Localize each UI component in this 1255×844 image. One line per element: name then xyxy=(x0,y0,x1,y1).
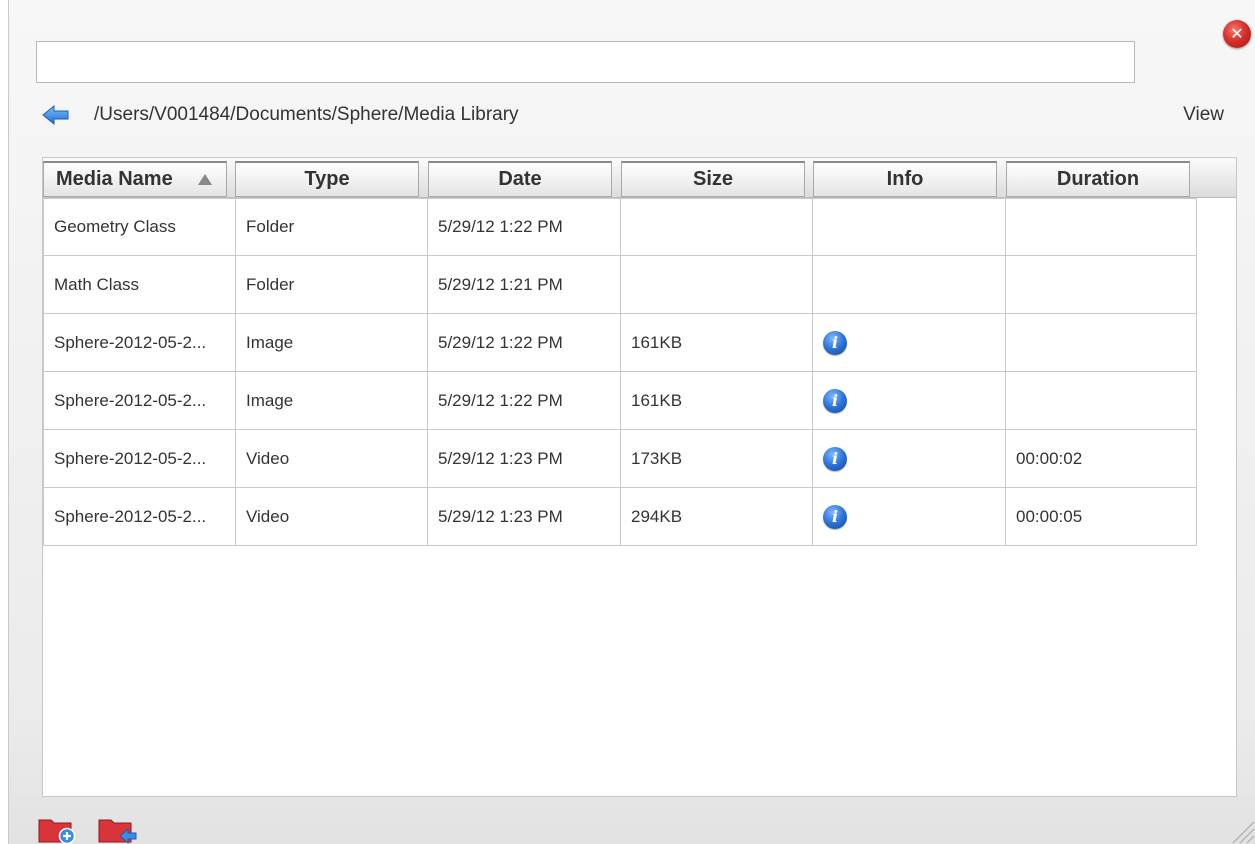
table-header: Media Name Type Date Size Info Duration xyxy=(43,158,1236,198)
column-header-duration[interactable]: Duration xyxy=(1006,161,1190,197)
close-button[interactable]: ✕ xyxy=(1223,20,1251,48)
cell-media-name: Sphere-2012-05-2... xyxy=(43,371,236,430)
resize-grip-icon[interactable] xyxy=(1227,816,1255,844)
cell-media-name: Sphere-2012-05-2... xyxy=(43,313,236,372)
column-header-media-name[interactable]: Media Name xyxy=(43,161,227,197)
cell-duration: 00:00:02 xyxy=(1005,429,1197,488)
table-row[interactable]: Math Class Folder 5/29/12 1:21 PM xyxy=(43,255,1197,314)
back-arrow-icon[interactable] xyxy=(42,104,70,126)
cell-date: 5/29/12 1:22 PM xyxy=(427,371,621,430)
cell-media-name: Sphere-2012-05-2... xyxy=(43,487,236,546)
info-icon[interactable]: i xyxy=(823,330,847,355)
cell-info xyxy=(812,255,1006,314)
cell-type: Video xyxy=(235,487,428,546)
cell-type: Folder xyxy=(235,255,428,314)
new-folder-icon[interactable] xyxy=(37,812,77,844)
column-header-label: Type xyxy=(304,168,350,190)
column-header-info[interactable]: Info xyxy=(813,161,997,197)
column-header-size[interactable]: Size xyxy=(621,161,805,197)
cell-info: i xyxy=(812,429,1006,488)
close-icon: ✕ xyxy=(1230,24,1244,43)
info-icon[interactable]: i xyxy=(823,504,847,529)
column-header-label: Media Name xyxy=(56,168,173,190)
column-header-type[interactable]: Type xyxy=(235,161,419,197)
cell-type: Folder xyxy=(235,198,428,256)
cell-size: 161KB xyxy=(620,313,813,372)
table-row[interactable]: Sphere-2012-05-2... Image 5/29/12 1:22 PM 1… xyxy=(43,371,1197,430)
info-icon[interactable]: i xyxy=(823,388,847,413)
move-folder-icon[interactable] xyxy=(97,812,137,844)
cell-date: 5/29/12 1:23 PM xyxy=(427,429,621,488)
cell-size: 173KB xyxy=(620,429,813,488)
cell-duration xyxy=(1005,255,1197,314)
table-row[interactable]: Sphere-2012-05-2... Video 5/29/12 1:23 PM 1… xyxy=(43,429,1197,488)
cell-size: 161KB xyxy=(620,371,813,430)
cell-type: Image xyxy=(235,313,428,372)
search-input[interactable] xyxy=(36,41,1135,83)
cell-type: Image xyxy=(235,371,428,430)
column-header-date[interactable]: Date xyxy=(428,161,612,197)
cell-size xyxy=(620,255,813,314)
cell-info: i xyxy=(812,313,1006,372)
cell-size xyxy=(620,198,813,256)
current-path: /Users/V001484/Documents/Sphere/Media Li… xyxy=(94,104,519,125)
column-header-label: Duration xyxy=(1056,168,1140,190)
cell-duration: 00:00:05 xyxy=(1005,487,1197,546)
info-icon[interactable]: i xyxy=(823,446,847,471)
cell-media-name: Sphere-2012-05-2... xyxy=(43,429,236,488)
cell-duration xyxy=(1005,371,1197,430)
cell-size: 294KB xyxy=(620,487,813,546)
table-row[interactable]: Geometry Class Folder 5/29/12 1:22 PM xyxy=(43,198,1197,256)
cell-info: i xyxy=(812,487,1006,546)
column-header-label: Size xyxy=(692,168,734,190)
cell-duration xyxy=(1005,313,1197,372)
cell-duration xyxy=(1005,198,1197,256)
cell-info: i xyxy=(812,371,1006,430)
media-library-window: ✕ /Users/V001484/Documents/Sphere/Media … xyxy=(8,0,1255,844)
column-header-label: Date xyxy=(498,168,542,190)
column-header-label: Info xyxy=(886,168,924,190)
cell-date: 5/29/12 1:21 PM xyxy=(427,255,621,314)
cell-media-name: Geometry Class xyxy=(43,198,236,256)
cell-date: 5/29/12 1:22 PM xyxy=(427,313,621,372)
media-table: Media Name Type Date Size Info Duration xyxy=(42,157,1237,797)
table-row[interactable]: Sphere-2012-05-2... Image 5/29/12 1:22 PM 1… xyxy=(43,313,1197,372)
cell-date: 5/29/12 1:23 PM xyxy=(427,487,621,546)
cell-type: Video xyxy=(235,429,428,488)
table-row[interactable]: Sphere-2012-05-2... Video 5/29/12 1:23 PM 2… xyxy=(43,487,1197,546)
cell-info xyxy=(812,198,1006,256)
sort-ascending-icon xyxy=(198,174,212,185)
cell-media-name: Math Class xyxy=(43,255,236,314)
media-table-body: Geometry Class Folder 5/29/12 1:22 PM Math … xyxy=(43,198,1197,546)
view-menu[interactable]: View xyxy=(1183,103,1224,127)
cell-date: 5/29/12 1:22 PM xyxy=(427,198,621,256)
